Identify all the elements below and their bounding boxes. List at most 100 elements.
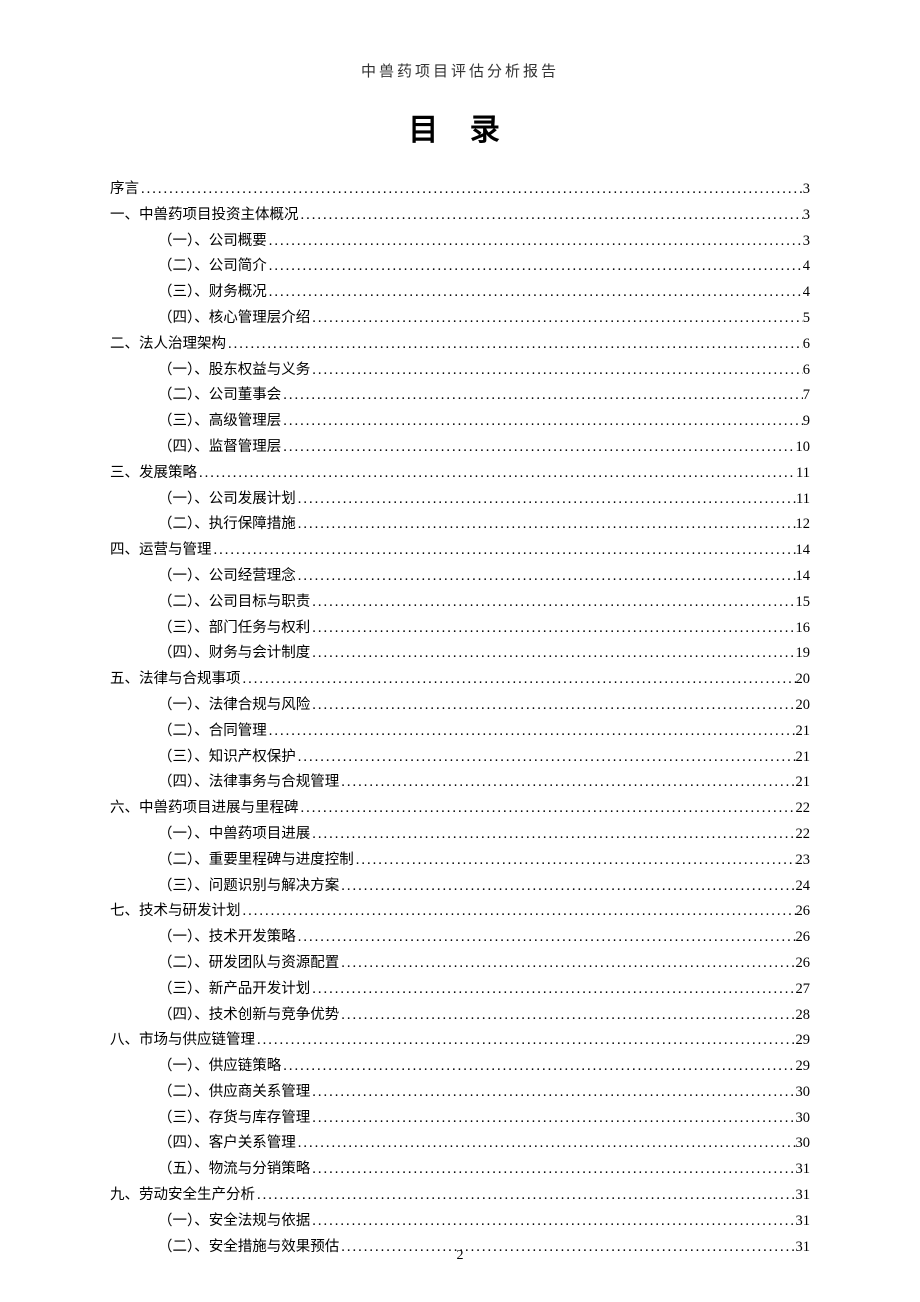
toc-entry: （四）、核心管理层介绍 5 (110, 306, 810, 332)
toc-entry-label: （一）、股东权益与义务 (158, 358, 310, 384)
toc-dot-leader (310, 1209, 795, 1235)
toc-dot-leader (281, 409, 803, 435)
toc-entry-label: 三、发展策略 (110, 461, 197, 487)
toc-entry-label: （四）、监督管理层 (158, 435, 281, 461)
toc-entry: （一）、供应链策略29 (110, 1054, 810, 1080)
toc-entry-page: 26 (796, 899, 811, 925)
toc-entry: （二）、公司目标与职责15 (110, 590, 810, 616)
toc-entry-page: 9 (803, 409, 810, 435)
toc-dot-leader (310, 822, 795, 848)
toc-dot-leader (310, 358, 803, 384)
toc-entry-label: （四）、客户关系管理 (158, 1131, 296, 1157)
toc-entry-label: （一）、公司经营理念 (158, 564, 296, 590)
toc-entry-label: （四）、技术创新与竞争优势 (158, 1003, 339, 1029)
toc-entry-page: 3 (803, 177, 810, 203)
toc-dot-leader (310, 306, 803, 332)
toc-entry-label: （一）、法律合规与风险 (158, 693, 310, 719)
toc-entry-label: （二）、公司董事会 (158, 383, 281, 409)
toc-dot-leader (296, 1131, 796, 1157)
toc-entry-label: 一、中兽药项目投资主体概况 (110, 203, 299, 229)
toc-entry-label: （三）、部门任务与权利 (158, 616, 310, 642)
toc-entry-page: 21 (796, 770, 811, 796)
toc-entry-label: （三）、新产品开发计划 (158, 977, 310, 1003)
toc-entry-page: 27 (796, 977, 811, 1003)
toc-dot-leader (281, 383, 803, 409)
toc-entry: （五）、物流与分销策略31 (110, 1157, 810, 1183)
toc-dot-leader (339, 770, 795, 796)
toc-entry-page: 11 (796, 461, 810, 487)
toc-dot-leader (310, 641, 795, 667)
toc-entry-label: （三）、知识产权保护 (158, 745, 296, 771)
toc-entry-page: 4 (803, 280, 810, 306)
toc-dot-leader (310, 693, 795, 719)
page-number: 2 (0, 1248, 920, 1264)
toc-entry-label: 二、法人治理架构 (110, 332, 226, 358)
toc-entry-label: （三）、存货与库存管理 (158, 1106, 310, 1132)
toc-dot-leader (310, 977, 795, 1003)
toc-dot-leader (299, 796, 796, 822)
toc-entry: （二）、研发团队与资源配置26 (110, 951, 810, 977)
toc-dot-leader (281, 1054, 795, 1080)
toc-entry: 三、发展策略 11 (110, 461, 810, 487)
toc-entry-page: 3 (803, 229, 810, 255)
toc-entry: （二）、公司简介4 (110, 254, 810, 280)
toc-entry-page: 12 (796, 512, 811, 538)
toc-entry-page: 21 (796, 719, 811, 745)
toc-entry: （四）、技术创新与竞争优势28 (110, 1003, 810, 1029)
toc-dot-leader (310, 616, 795, 642)
toc-entry: （三）、知识产权保护21 (110, 745, 810, 771)
toc-entry-page: 3 (803, 203, 810, 229)
toc-entry-label: （一）、公司概要 (158, 229, 267, 255)
toc-dot-leader (296, 487, 796, 513)
toc-entry-page: 29 (796, 1028, 811, 1054)
toc-entry: （二）、执行保障措施12 (110, 512, 810, 538)
toc-entry: 五、法律与合规事项20 (110, 667, 810, 693)
toc-dot-leader (241, 899, 796, 925)
toc-dot-leader (310, 1106, 795, 1132)
toc-entry: （二）、重要里程碑与进度控制23 (110, 848, 810, 874)
toc-entry-label: （四）、财务与会计制度 (158, 641, 310, 667)
toc-entry-page: 26 (796, 951, 811, 977)
toc-entry-page: 7 (803, 383, 810, 409)
toc-entry-page: 14 (796, 538, 811, 564)
table-of-contents: 序言3一、中兽药项目投资主体概况3（一）、公司概要3（二）、公司简介4（三）、财… (110, 177, 810, 1260)
toc-dot-leader (267, 254, 803, 280)
toc-entry-label: （二）、供应商关系管理 (158, 1080, 310, 1106)
toc-entry: （四）、法律事务与合规管理21 (110, 770, 810, 796)
toc-entry: （三）、财务概况4 (110, 280, 810, 306)
toc-entry: （一）、法律合规与风险20 (110, 693, 810, 719)
toc-entry: 二、法人治理架构6 (110, 332, 810, 358)
toc-entry: （一）、公司经营理念14 (110, 564, 810, 590)
toc-entry-page: 30 (796, 1080, 811, 1106)
toc-entry-label: 五、法律与合规事项 (110, 667, 241, 693)
toc-entry-page: 4 (803, 254, 810, 280)
toc-entry-label: （二）、公司目标与职责 (158, 590, 310, 616)
toc-title: 目 录 (110, 105, 810, 149)
toc-entry: 七、技术与研发计划 26 (110, 899, 810, 925)
toc-entry: （三）、新产品开发计划 27 (110, 977, 810, 1003)
toc-entry: （四）、监督管理层10 (110, 435, 810, 461)
toc-entry-page: 5 (803, 306, 810, 332)
toc-entry: （二）、公司董事会 7 (110, 383, 810, 409)
toc-dot-leader (267, 280, 803, 306)
toc-dot-leader (197, 461, 796, 487)
toc-entry-label: （四）、核心管理层介绍 (158, 306, 310, 332)
toc-entry-label: （一）、公司发展计划 (158, 487, 296, 513)
toc-dot-leader (296, 512, 796, 538)
toc-entry: （三）、存货与库存管理30 (110, 1106, 810, 1132)
toc-entry: 序言3 (110, 177, 810, 203)
toc-entry: （三）、高级管理层9 (110, 409, 810, 435)
toc-dot-leader (296, 745, 796, 771)
toc-entry-page: 23 (796, 848, 811, 874)
toc-dot-leader (354, 848, 796, 874)
toc-entry-page: 26 (796, 925, 811, 951)
toc-entry-page: 22 (796, 822, 811, 848)
toc-entry: （一）、安全法规与依据31 (110, 1209, 810, 1235)
toc-dot-leader (281, 435, 795, 461)
toc-entry: 一、中兽药项目投资主体概况 3 (110, 203, 810, 229)
toc-entry-page: 16 (796, 616, 811, 642)
toc-entry-label: 七、技术与研发计划 (110, 899, 241, 925)
toc-entry: （三）、部门任务与权利 16 (110, 616, 810, 642)
toc-entry-label: 六、中兽药项目进展与里程碑 (110, 796, 299, 822)
toc-entry: （一）、公司概要 3 (110, 229, 810, 255)
